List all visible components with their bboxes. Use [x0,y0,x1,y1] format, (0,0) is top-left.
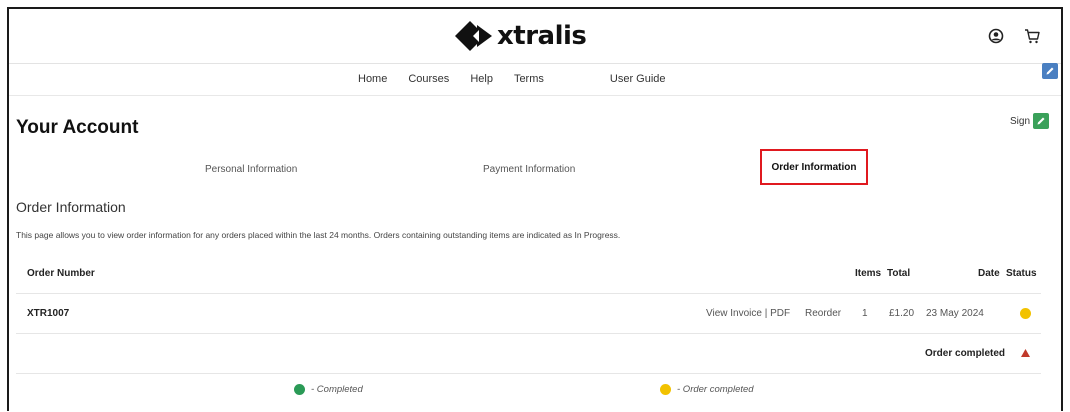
tab-personal-information[interactable]: Personal Information [205,164,297,175]
view-invoice-link[interactable]: View Invoice | PDF [706,308,790,319]
tab-payment-information[interactable]: Payment Information [483,164,575,175]
orders-table: Order Number Items Total Date Status XTR… [16,254,1041,374]
status-indicator [1020,308,1031,322]
table-row[interactable]: XTR1007 View Invoice | PDF Reorder 1 £1.… [16,294,1041,334]
table-header-row: Order Number Items Total Date Status [16,254,1041,294]
order-date: 23 May 2024 [926,308,984,319]
header-date: Date [978,268,1000,279]
header-icons [985,25,1043,47]
tab-order-information[interactable]: Order Information [760,149,868,185]
nav-item-user-guide[interactable]: User Guide [610,73,666,85]
brand-name: xtralis [497,21,587,51]
nav-item-terms[interactable]: Terms [514,73,544,85]
order-items: 1 [862,308,868,319]
green-dot-icon [294,384,305,395]
order-detail-status: Order completed [925,348,1006,359]
main-nav: Home Courses Help Terms User Guide [9,65,1061,96]
nav-item-help[interactable]: Help [470,73,493,85]
order-total: £1.20 [889,308,915,319]
brand-logo[interactable]: xtralis [455,19,587,53]
header-items: Items [855,268,882,279]
header-status: Status [1006,268,1037,279]
tab-order-information-label: Order Information [771,161,857,173]
site-header: xtralis [9,9,1061,64]
order-detail-row: Order completed [16,334,1041,374]
legend-order-completed: - Order completed [660,384,754,395]
reorder-link[interactable]: Reorder [805,308,841,319]
nav-item-courses[interactable]: Courses [408,73,449,85]
sign-button[interactable]: Sign [1010,113,1049,129]
browser-frame: xtralis Home Courses Help Terms User Gui… [7,7,1063,411]
section-description: This page allows you to view order infor… [16,230,621,240]
page-title: Your Account [16,117,139,138]
sign-label: Sign [1009,115,1030,127]
section-title: Order Information [16,199,126,215]
order-number[interactable]: XTR1007 [27,308,69,319]
legend-completed-label: - Completed [311,384,363,395]
legend-completed: - Completed [294,384,363,395]
diamond-arrow-logo-icon [455,21,492,51]
cart-icon[interactable] [1021,25,1043,47]
collapse-caret-icon[interactable] [1021,349,1030,360]
yellow-dot-icon [660,384,671,395]
account-circle-icon[interactable] [985,25,1007,47]
legend-order-completed-label: - Order completed [677,384,754,395]
nav-item-home[interactable]: Home [358,73,387,85]
header-order-number: Order Number [27,268,95,279]
header-total: Total [887,268,911,279]
pencil-icon [1033,113,1049,129]
